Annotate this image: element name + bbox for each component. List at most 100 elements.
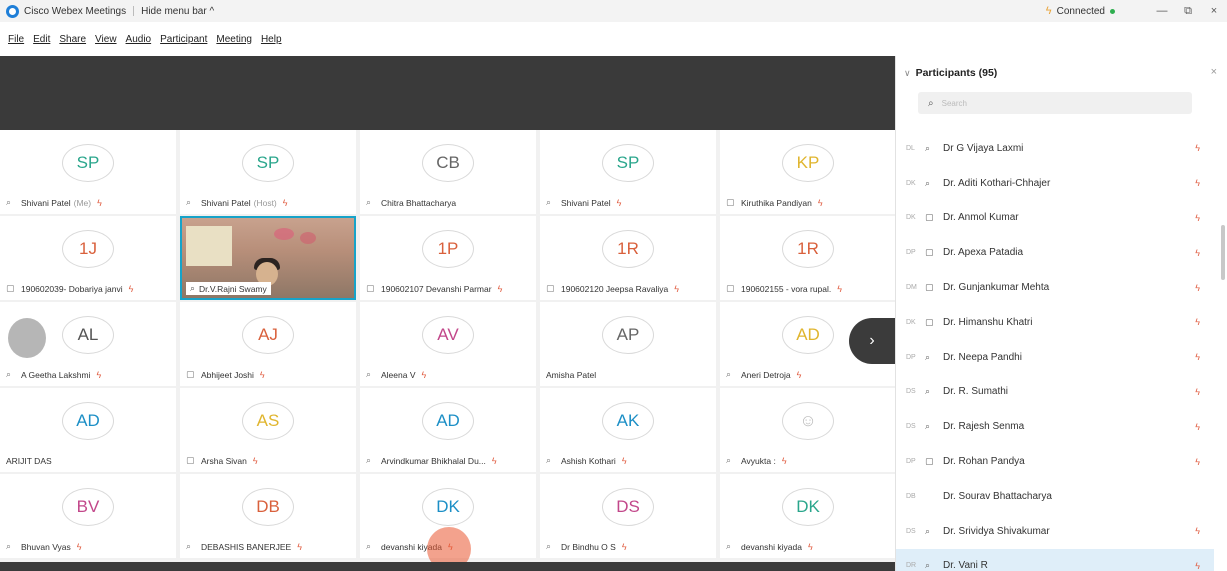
video-tile[interactable]: AD ARIJIT DAS [0, 388, 176, 472]
video-tile[interactable]: CB ⌕ Chitra Bhattacharya [360, 130, 536, 214]
participant-name: Bhuvan Vyas [21, 541, 71, 552]
participant-row[interactable]: DL ⌕ Dr G Vijaya Laxmi ϟ [896, 131, 1214, 166]
computer-audio-icon: ▢ [925, 316, 934, 327]
avatar: AD [782, 316, 834, 354]
restore-button[interactable]: ⧉ [1175, 5, 1201, 18]
close-panel-button[interactable]: × [1211, 66, 1217, 78]
participant-row[interactable]: DS ⌕ Dr. R. Sumathi ϟ [896, 375, 1214, 410]
menu-file[interactable]: File [8, 34, 24, 45]
participant-name: Shivani Patel [561, 197, 611, 208]
menu-help[interactable]: Help [261, 34, 282, 45]
avatar-initials: 1P [437, 239, 459, 258]
video-tile[interactable]: SP ⌕ Shivani Patel (Me) ϟ [0, 130, 176, 214]
participant-search-input[interactable]: ⌕ Search [918, 92, 1192, 114]
muted-mic-icon[interactable]: ϟ [1195, 248, 1200, 258]
previous-page-button[interactable] [8, 318, 46, 358]
video-tile[interactable]: 1R ▢ 190602155 - vora rupal. ϟ [720, 216, 896, 300]
video-tile[interactable]: AD ⌕ Arvindkumar Bhikhalal Du... ϟ [360, 388, 536, 472]
avatar-initials: BV [76, 497, 100, 516]
muted-mic-icon[interactable]: ϟ [1195, 352, 1200, 362]
hide-menu-bar-button[interactable]: Hide menu bar ^ [141, 6, 214, 17]
participant-row[interactable]: DM ▢ Dr. Gunjankumar Mehta ϟ [896, 270, 1214, 305]
tile-name-label: ⌕ Arvindkumar Bhikhalal Du... ϟ [366, 455, 532, 466]
video-tile[interactable]: AK ⌕ Ashish Kothari ϟ [540, 388, 716, 472]
menu-meeting[interactable]: Meeting [216, 34, 252, 45]
video-tile[interactable]: BV ⌕ Bhuvan Vyas ϟ [0, 474, 176, 558]
webex-logo-icon [6, 4, 19, 18]
participant-row[interactable]: DB · Dr. Sourav Bhattacharya [896, 479, 1214, 514]
muted-mic-icon[interactable]: ϟ [1195, 387, 1200, 397]
video-stream[interactable]: ⌕ Dr.V.Rajni Swamy [180, 216, 356, 300]
participant-row[interactable]: DS ⌕ Dr. Srividya Shivakumar ϟ [896, 514, 1214, 549]
muted-mic-icon[interactable]: ϟ [1195, 422, 1200, 432]
video-tile[interactable]: DB ⌕ DEBASHIS BANERJEE ϟ [180, 474, 356, 558]
participant-row[interactable]: DK ▢ Dr. Himanshu Khatri ϟ [896, 305, 1214, 340]
muted-mic-icon: ϟ [76, 541, 82, 552]
avatar: KP [782, 144, 834, 182]
participant-name: Abhijeet Joshi [201, 369, 254, 380]
participant-row[interactable]: DK ⌕ Dr. Aditi Kothari-Chhajer ϟ [896, 166, 1214, 201]
menu-audio[interactable]: Audio [126, 34, 152, 45]
muted-mic-icon: ϟ [421, 369, 427, 380]
participant-row[interactable]: DP ▢ Dr. Rohan Pandya ϟ [896, 444, 1214, 479]
video-tile[interactable]: AV ⌕ Aleena V ϟ [360, 302, 536, 386]
muted-mic-icon[interactable]: ϟ [1195, 178, 1200, 188]
tile-name-label: ▢ 190602039- Dobariya janvi ϟ [6, 283, 172, 294]
muted-mic-icon[interactable]: ϟ [1195, 283, 1200, 293]
participant-row[interactable]: DR ⌕ Dr. Vani R ϟ [896, 548, 1214, 571]
participant-name: Arvindkumar Bhikhalal Du... [381, 455, 486, 466]
menu-edit[interactable]: Edit [33, 34, 50, 45]
participant-name: Dr Bindhu O S [561, 541, 616, 552]
video-tile[interactable]: DK ⌕ devanshi kiyada ϟ [720, 474, 896, 558]
tile-name-label: ▢ 190602120 Jeepsa Ravaliya ϟ [546, 283, 712, 294]
avatar-initials: AD [436, 411, 460, 430]
collapse-chevron-icon[interactable]: ∨ [904, 68, 911, 79]
participant-row[interactable]: DK ▢ Dr. Anmol Kumar ϟ [896, 201, 1214, 236]
minimize-button[interactable]: — [1149, 5, 1175, 17]
video-tile[interactable]: KP ▢ Kiruthika Pandiyan ϟ [720, 130, 896, 214]
close-window-button[interactable]: × [1201, 5, 1227, 17]
avatar-initials: AV [437, 325, 459, 344]
participant-list-scrollbar[interactable] [1221, 225, 1225, 280]
muted-mic-icon[interactable]: ϟ [1195, 526, 1200, 536]
phone-audio-icon: ⌕ [6, 197, 12, 207]
menu-share[interactable]: Share [59, 34, 86, 45]
muted-mic-icon: ϟ [128, 283, 134, 294]
next-page-button[interactable]: › [849, 318, 895, 364]
participant-row[interactable]: DS ⌕ Dr. Rajesh Senma ϟ [896, 409, 1214, 444]
stage-header-bar [0, 56, 895, 130]
avatar: SP [602, 144, 654, 182]
video-tile[interactable]: 1J ▢ 190602039- Dobariya janvi ϟ [0, 216, 176, 300]
participant-name: Amisha Patel [546, 370, 597, 380]
muted-mic-icon[interactable]: ϟ [1195, 561, 1200, 571]
participants-panel-header[interactable]: ∨ Participants (95) [896, 56, 1227, 90]
muted-mic-icon[interactable]: ϟ [1195, 213, 1200, 223]
tile-name-label: ⌕ Shivani Patel (Host) ϟ [186, 197, 352, 208]
video-tile[interactable]: AS ▢ Arsha Sivan ϟ [180, 388, 356, 472]
video-tile[interactable]: 1R ▢ 190602120 Jeepsa Ravaliya ϟ [540, 216, 716, 300]
video-tile[interactable]: AP Amisha Patel [540, 302, 716, 386]
video-tile[interactable]: AJ ▢ Abhijeet Joshi ϟ [180, 302, 356, 386]
participant-row[interactable]: DP ▢ Dr. Apexa Patadia ϟ [896, 235, 1214, 270]
muted-mic-icon[interactable]: ϟ [1195, 143, 1200, 153]
menu-participant[interactable]: Participant [160, 34, 207, 45]
video-tile[interactable]: ⌕ Dr.V.Rajni Swamy [180, 216, 356, 300]
connection-bolt-icon: ϟ [1045, 5, 1052, 17]
muted-mic-icon[interactable]: ϟ [1195, 317, 1200, 327]
connection-status[interactable]: ϟ Connected [1046, 5, 1115, 17]
participant-avatar: DK [906, 179, 916, 187]
tile-name-label: ⌕ Avyukta : ϟ [726, 455, 892, 466]
phone-audio-icon: ⌕ [726, 541, 732, 551]
muted-mic-icon[interactable]: ϟ [1195, 457, 1200, 467]
menu-view[interactable]: View [95, 34, 117, 45]
phone-audio-icon: ⌕ [925, 177, 931, 188]
video-tile[interactable]: DS ⌕ Dr Bindhu O S ϟ [540, 474, 716, 558]
phone-audio-icon: ⌕ [925, 142, 931, 153]
video-tile[interactable]: SP ⌕ Shivani Patel ϟ [540, 130, 716, 214]
video-tile[interactable]: 1P ▢ 190602107 Devanshi Parmar ϟ [360, 216, 536, 300]
participant-row[interactable]: DP ⌕ Dr. Neepa Pandhi ϟ [896, 340, 1214, 375]
video-tile[interactable]: SP ⌕ Shivani Patel (Host) ϟ [180, 130, 356, 214]
avatar: AL [62, 316, 114, 354]
video-tile[interactable]: ☺ ⌕ Avyukta : ϟ [720, 388, 896, 472]
video-name-label: ⌕ Dr.V.Rajni Swamy [186, 282, 271, 295]
